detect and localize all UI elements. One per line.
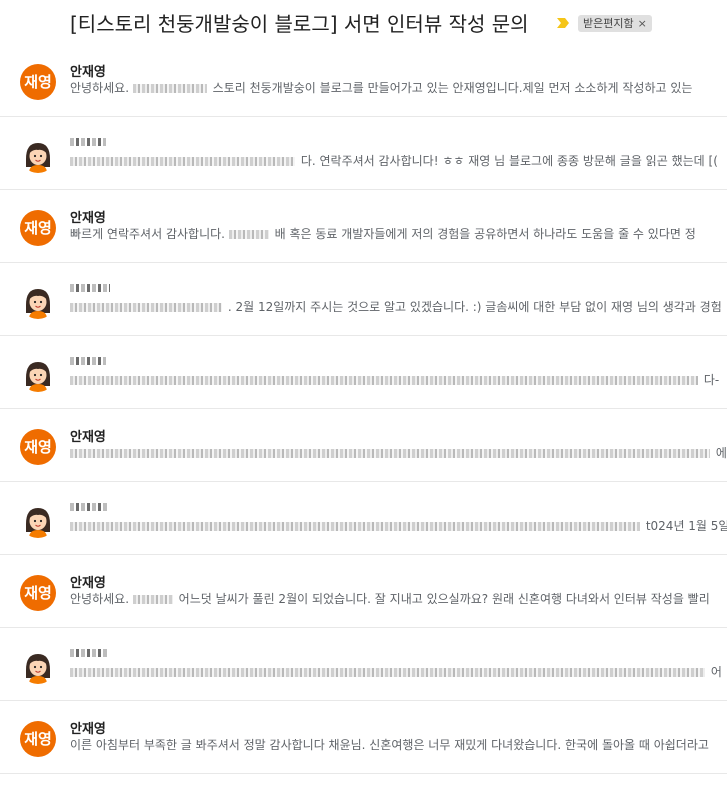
message-snippet: . 2월 12일까지 주시는 것으로 알고 있겠습니다. :) 글솜씨에 대한 …: [70, 299, 727, 315]
snippet-text: 다-: [703, 373, 720, 387]
avatar: [20, 356, 56, 392]
redacted-name: [70, 502, 108, 511]
sender-name: 안재영: [70, 722, 106, 737]
avatar: 재영: [20, 429, 56, 465]
snippet-text: 에: [715, 446, 727, 460]
avatar: 재영: [20, 210, 56, 246]
snippet-text: 스토리 천둥개발숭이 블로그를 만들어가고 있는 안재영입니다.제일 먼저 소소…: [212, 81, 693, 95]
sender-name: [70, 499, 110, 514]
sender-name: [70, 353, 108, 368]
redacted-text: [70, 376, 698, 385]
message-item[interactable]: 다. 연락주셔서 감사합니다! ㅎㅎ 재영 님 블로그에 종종 방문해 글을 읽…: [0, 117, 727, 190]
girl-avatar-icon: [20, 283, 56, 319]
message-snippet: t024년 1월 5일: [70, 518, 727, 534]
snippet-prefix: 안녕하세요.: [70, 592, 130, 606]
thread-subject: [티스토리 천둥개발숭이 블로그] 서면 인터뷰 작성 문의: [70, 12, 529, 36]
sender-name: [70, 280, 112, 295]
message-item[interactable]: 재영 안재영 에: [0, 409, 727, 482]
snippet-text: 이른 아침부터 부족한 글 봐주셔서 정말 감사합니다 채윤님. 신혼여행은 너…: [70, 738, 709, 752]
message-item[interactable]: 다-: [0, 336, 727, 409]
snippet-text: 어: [710, 665, 722, 679]
thread-header: [티스토리 천둥개발숭이 블로그] 서면 인터뷰 작성 문의 받은편지함 ×: [0, 0, 727, 48]
girl-avatar-icon: [20, 356, 56, 392]
message-snippet: 안녕하세요. 어느덧 날씨가 풀린 2월이 되었습니다. 잘 지내고 있으실까요…: [70, 591, 727, 607]
message-snippet: 다-: [70, 372, 727, 388]
snippet-prefix: 빠르게 연락주셔서 감사합니다.: [70, 227, 225, 241]
avatar: [20, 137, 56, 173]
avatar: [20, 648, 56, 684]
redacted-text: [132, 84, 207, 93]
redacted-text: [70, 303, 222, 312]
message-snippet: 에: [70, 445, 727, 461]
sender-name: 안재영: [70, 211, 106, 226]
message-item[interactable]: 어: [0, 628, 727, 701]
sender-name: [70, 134, 108, 149]
snippet-text: 어느덧 날씨가 풀린 2월이 되었습니다. 잘 지내고 있으실까요? 원래 신혼…: [178, 592, 710, 606]
message-item[interactable]: 재영 안재영 안녕하세요. 어느덧 날씨가 풀린 2월이 되었습니다. 잘 지내…: [0, 555, 727, 628]
snippet-text: 다. 연락주셔서 감사합니다! ㅎㅎ 재영 님 블로그에 종종 방문해 글을 읽…: [300, 154, 718, 168]
snippet-prefix: 안녕하세요.: [70, 81, 130, 95]
message-item[interactable]: 재영 안재영 이른 아침부터 부족한 글 봐주셔서 정말 감사합니다 채윤님. …: [0, 701, 727, 774]
sender-name: [70, 645, 110, 660]
important-marker-icon[interactable]: [556, 16, 570, 30]
message-item[interactable]: . 2월 12일까지 주시는 것으로 알고 있겠습니다. :) 글솜씨에 대한 …: [0, 263, 727, 336]
message-snippet: 다. 연락주셔서 감사합니다! ㅎㅎ 재영 님 블로그에 종종 방문해 글을 읽…: [70, 153, 727, 169]
sender-name: 안재영: [70, 576, 106, 591]
remove-label-icon[interactable]: ×: [638, 15, 647, 32]
snippet-text: 배 혹은 동료 개발자들에게 저의 경험을 공유하면서 하나라도 도움을 줄 수…: [274, 227, 696, 241]
girl-avatar-icon: [20, 648, 56, 684]
redacted-name: [70, 356, 106, 365]
message-item[interactable]: t024년 1월 5일: [0, 482, 727, 555]
avatar: [20, 502, 56, 538]
message-snippet: 이른 아침부터 부족한 글 봐주셔서 정말 감사합니다 채윤님. 신혼여행은 너…: [70, 737, 727, 753]
redacted-text: [132, 595, 173, 604]
redacted-name: [70, 283, 110, 292]
avatar: [20, 283, 56, 319]
redacted-text: [70, 522, 640, 531]
sender-name: 안재영: [70, 430, 106, 445]
label-chip-inbox[interactable]: 받은편지함 ×: [578, 15, 652, 32]
message-snippet: 안녕하세요. 스토리 천둥개발숭이 블로그를 만들어가고 있는 안재영입니다.제…: [70, 80, 727, 96]
redacted-text: [70, 157, 295, 166]
sender-name: 안재영: [70, 65, 106, 80]
message-item[interactable]: 재영 안재영 안녕하세요. 스토리 천둥개발숭이 블로그를 만들어가고 있는 안…: [0, 44, 727, 117]
message-snippet: 어: [70, 664, 727, 680]
avatar: 재영: [20, 721, 56, 757]
message-item[interactable]: 재영 안재영 빠르게 연락주셔서 감사합니다. 배 혹은 동료 개발자들에게 저…: [0, 190, 727, 263]
message-list: 재영 안재영 안녕하세요. 스토리 천둥개발숭이 블로그를 만들어가고 있는 안…: [0, 44, 727, 774]
redacted-text: [70, 449, 710, 458]
snippet-text: t024년 1월 5일: [645, 519, 727, 533]
avatar: 재영: [20, 575, 56, 611]
redacted-text: [228, 230, 269, 239]
avatar: 재영: [20, 64, 56, 100]
girl-avatar-icon: [20, 502, 56, 538]
redacted-text: [70, 668, 705, 677]
snippet-text: . 2월 12일까지 주시는 것으로 알고 있겠습니다. :) 글솜씨에 대한 …: [227, 300, 722, 314]
girl-avatar-icon: [20, 137, 56, 173]
label-chip-text: 받은편지함: [583, 17, 634, 30]
redacted-name: [70, 648, 108, 657]
redacted-name: [70, 137, 106, 146]
message-snippet: 빠르게 연락주셔서 감사합니다. 배 혹은 동료 개발자들에게 저의 경험을 공…: [70, 226, 727, 242]
